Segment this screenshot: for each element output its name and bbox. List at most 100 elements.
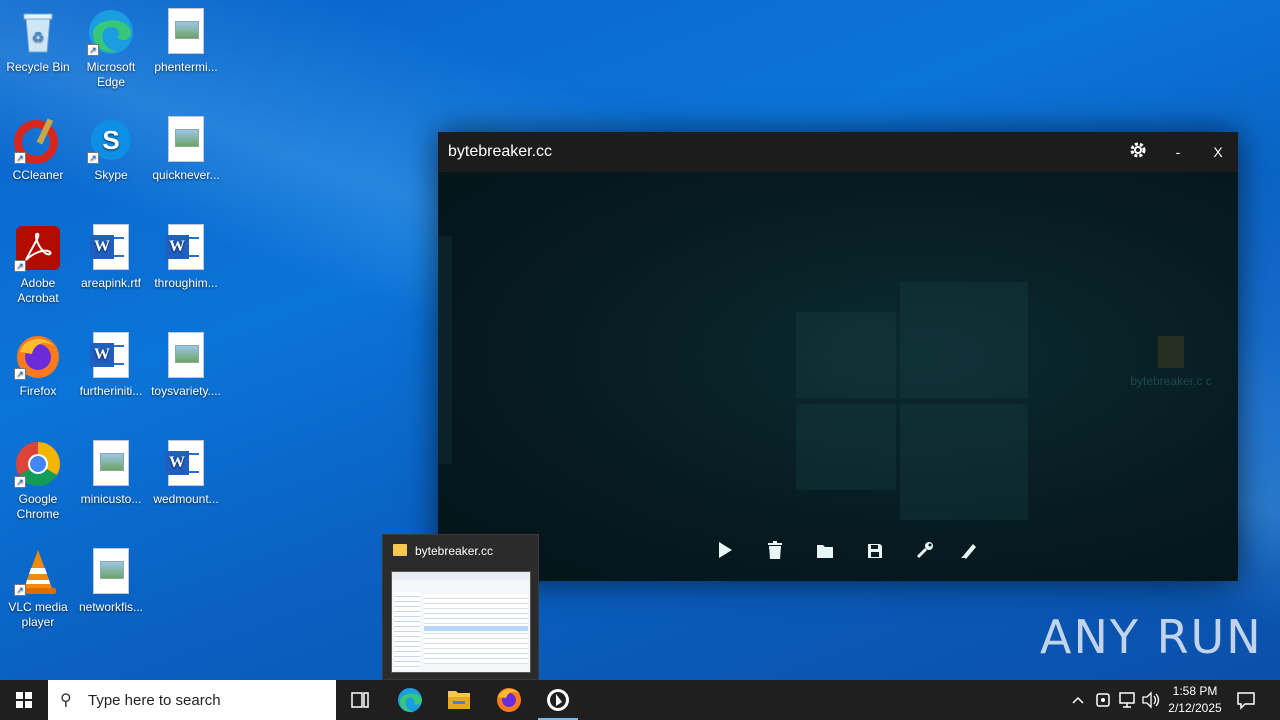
desktop-icon-phentermi[interactable]: phentermi...: [148, 8, 224, 75]
start-button[interactable]: [0, 680, 48, 720]
volume-button[interactable]: [1140, 680, 1162, 720]
desktop-icon-vlc[interactable]: ↗ VLC media player: [0, 548, 76, 630]
desktop-icon-label: quicknever...: [152, 168, 220, 182]
save-icon: [868, 544, 882, 558]
desktop-icon-label: CCleaner: [12, 168, 64, 182]
windows-logo-ghost: [796, 282, 1028, 520]
chrome-icon: ↗: [14, 440, 62, 488]
desktop-icon-label: Microsoft Edge: [86, 60, 136, 89]
desktop-icon-microsoft-edge[interactable]: ↗ Microsoft Edge: [73, 8, 149, 90]
ghost-file-label: bytebreaker.c c: [1130, 374, 1212, 388]
adobe-acrobat-icon: ↗: [14, 224, 62, 272]
clock-date: 2/12/2025: [1168, 701, 1222, 715]
desktop-icon-label: minicusto...: [80, 492, 142, 506]
notification-icon: [1237, 692, 1255, 710]
shortcut-arrow-icon: ↗: [14, 584, 26, 596]
desktop-icon-label: Recycle Bin: [6, 60, 70, 74]
word-document-icon: W: [162, 440, 210, 488]
desktop-icon-google-chrome[interactable]: ↗ Google Chrome: [0, 440, 76, 522]
desktop-icon-label: VLC media player: [8, 600, 68, 629]
word-document-icon: W: [87, 332, 135, 380]
vlc-cone-icon: ↗: [14, 548, 62, 596]
chevron-up-icon: [1072, 696, 1084, 704]
svg-text:♻: ♻: [32, 29, 45, 45]
word-document-icon: W: [87, 224, 135, 272]
svg-text:S: S: [102, 125, 119, 155]
title-bar[interactable]: bytebreaker.cc - X: [438, 132, 1238, 172]
shortcut-arrow-icon: ↗: [87, 152, 99, 164]
desktop-icon-networkfis[interactable]: networkfis...: [73, 548, 149, 615]
side-strip: [438, 236, 452, 464]
taskbar-preview[interactable]: bytebreaker.cc: [382, 534, 539, 680]
settings-button[interactable]: [1126, 140, 1150, 164]
desktop-icon-toysvariety[interactable]: toysvariety....: [148, 332, 224, 399]
folder-icon: [817, 545, 833, 558]
tray-app-button[interactable]: [1092, 680, 1114, 720]
tools-button[interactable]: [912, 540, 938, 566]
trash-icon: [768, 541, 782, 559]
desktop-icon-throughim[interactable]: W throughim...: [148, 224, 224, 291]
task-view-icon: [351, 692, 369, 708]
desktop-icon-areapink[interactable]: W areapink.rtf: [73, 224, 149, 291]
desktop-icon-label: networkfis...: [78, 600, 144, 614]
desktop-icon-furtheriniti[interactable]: W furtheriniti...: [73, 332, 149, 399]
desktop-icon-skype[interactable]: S ↗ Skype: [73, 116, 149, 183]
desktop-icon-label: furtheriniti...: [79, 384, 143, 398]
desktop-icon-label: Adobe Acrobat: [17, 276, 59, 305]
firefox-icon: ↗: [14, 332, 62, 380]
search-input[interactable]: [88, 690, 328, 710]
image-file-icon: [87, 440, 135, 488]
preview-screenshot[interactable]: [391, 571, 531, 673]
edge-icon: [398, 688, 422, 713]
taskbar-clock[interactable]: 1:58 PM 2/12/2025: [1160, 683, 1230, 717]
clock-time: 1:58 PM: [1172, 684, 1218, 698]
desktop-icon-label: Firefox: [19, 384, 57, 398]
play-icon: [719, 542, 732, 558]
desktop-icon-ccleaner[interactable]: ↗ CCleaner: [0, 116, 76, 183]
desktop-icon-label: toysvariety....: [151, 384, 221, 398]
bytebreaker-window[interactable]: bytebreaker.cc - X bytebreaker.c c: [438, 132, 1238, 581]
desktop-icon-adobe-acrobat[interactable]: ↗ Adobe Acrobat: [0, 224, 76, 306]
taskbar-firefox[interactable]: [485, 680, 533, 720]
delete-button[interactable]: [762, 540, 788, 566]
preview-title: bytebreaker.cc: [415, 544, 494, 558]
desktop-icon-quicknever[interactable]: quicknever...: [148, 116, 224, 183]
desktop-icon-label: throughim...: [154, 276, 218, 290]
taskbar-edge[interactable]: [386, 680, 434, 720]
edit-button[interactable]: [956, 540, 982, 566]
folder-icon: [448, 691, 470, 709]
desktop-icon-firefox[interactable]: ↗ Firefox: [0, 332, 76, 399]
action-center-button[interactable]: [1236, 690, 1256, 710]
desktop-icon-minicusto[interactable]: minicusto...: [73, 440, 149, 507]
desktop-icon-recycle-bin[interactable]: ♻ Recycle Bin: [0, 8, 76, 75]
skype-icon: S ↗: [87, 116, 135, 164]
recycle-bin-icon: ♻: [14, 8, 62, 56]
ccleaner-icon: ↗: [14, 116, 62, 164]
taskbar: ⚲ 1:58 PM 2/12/2025: [0, 680, 1280, 720]
desktop-icon-label: phentermi...: [154, 60, 218, 74]
task-view-button[interactable]: [336, 680, 384, 720]
shortcut-arrow-icon: ↗: [14, 368, 26, 380]
desktop-icon-label: wedmount...: [153, 492, 219, 506]
show-hidden-icons-button[interactable]: [1068, 680, 1088, 720]
taskbar-bytebreaker[interactable]: [534, 680, 582, 720]
desktop-icon-label: Google Chrome: [16, 492, 60, 521]
close-button[interactable]: X: [1206, 140, 1230, 164]
wrench-icon: [916, 542, 933, 559]
window-title: bytebreaker.cc: [448, 143, 553, 160]
image-file-icon: [162, 332, 210, 380]
save-button[interactable]: [862, 540, 888, 566]
pen-icon: [961, 544, 976, 559]
desktop-icon-label: areapink.rtf: [80, 276, 142, 290]
minimize-button[interactable]: -: [1166, 140, 1190, 164]
network-button[interactable]: [1116, 680, 1138, 720]
taskbar-search[interactable]: ⚲: [48, 680, 336, 720]
play-button[interactable]: [712, 540, 738, 566]
shortcut-arrow-icon: ↗: [14, 260, 26, 272]
bytebreaker-app-icon: [547, 689, 569, 711]
tray-app-icon: [1096, 693, 1110, 707]
taskbar-file-explorer[interactable]: [435, 680, 483, 720]
desktop-icon-wedmount[interactable]: W wedmount...: [148, 440, 224, 507]
open-folder-button[interactable]: [812, 540, 838, 566]
firefox-icon: [497, 688, 521, 712]
